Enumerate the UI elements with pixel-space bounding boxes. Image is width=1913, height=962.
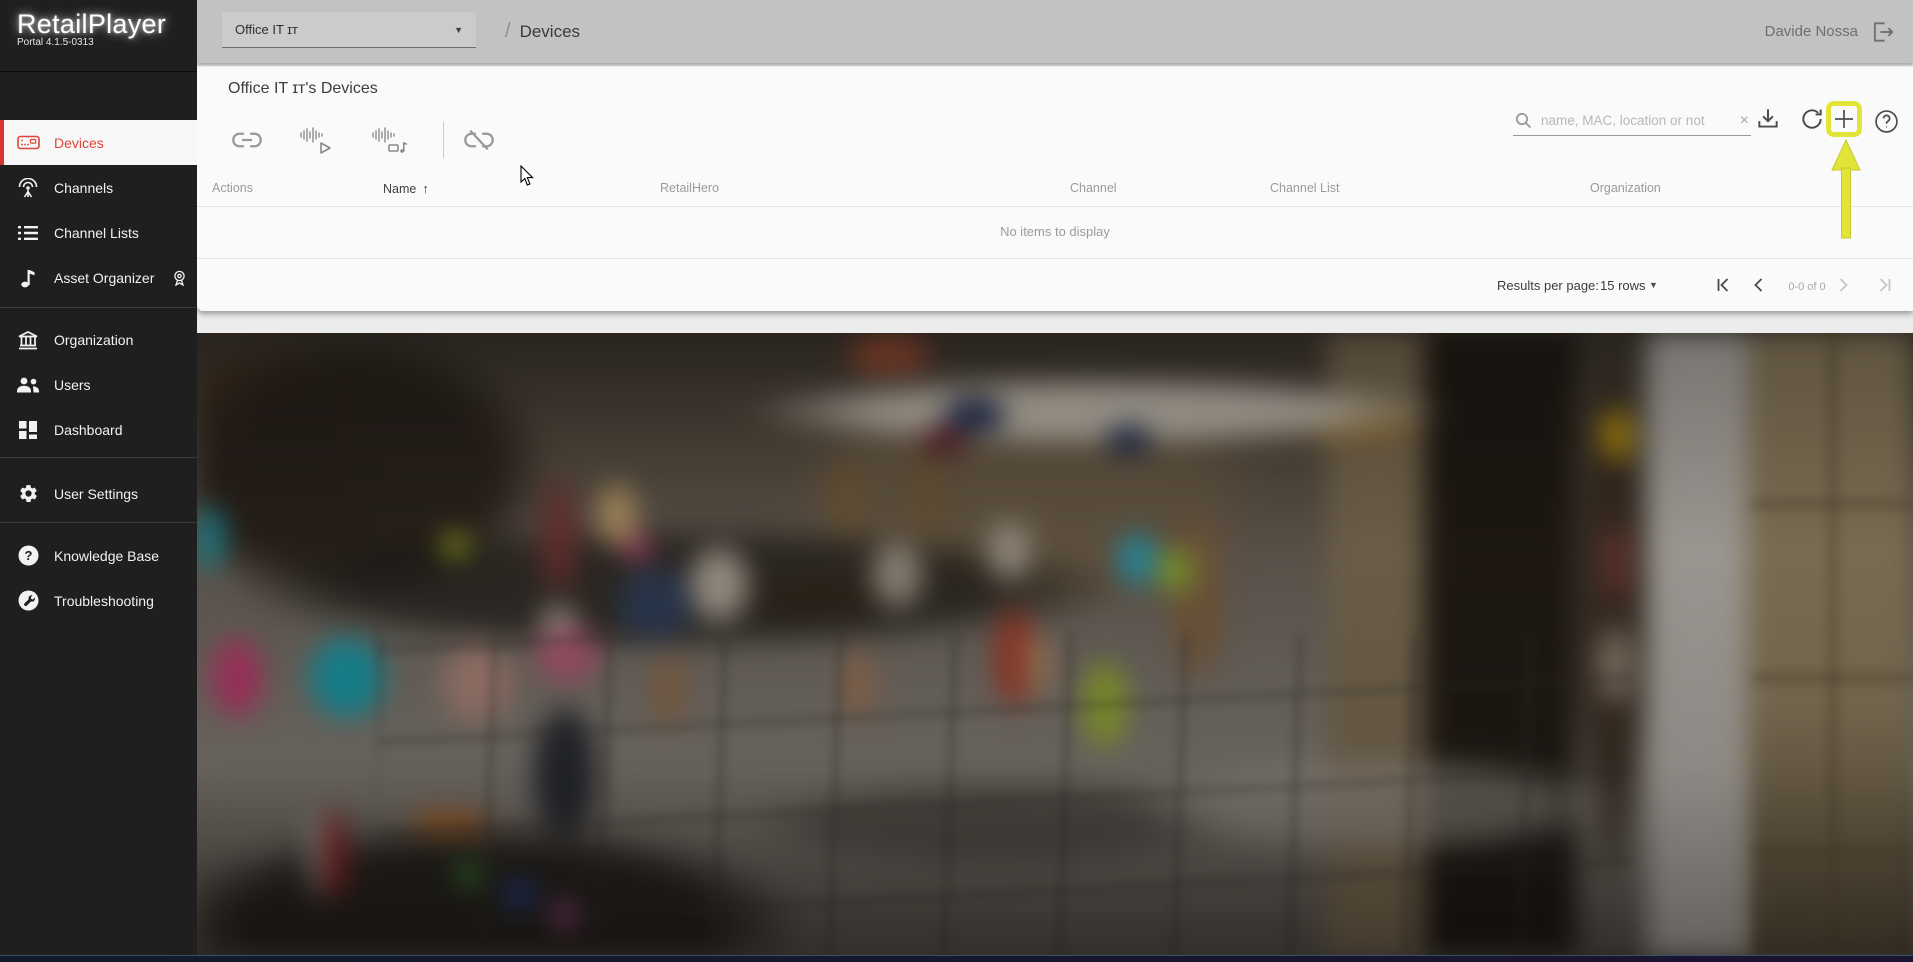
column-header-channel[interactable]: Channel [1070, 181, 1117, 195]
app-window: RetailPlayer Portal 4.1.5-0313 Devices C… [0, 0, 1913, 962]
search-icon [1515, 112, 1532, 129]
channel-lists-icon [15, 225, 41, 241]
column-header-retailhero[interactable]: RetailHero [660, 181, 719, 195]
sidebar-item-label: Users [54, 377, 91, 393]
sidebar-divider [0, 457, 197, 458]
premium-badge-icon [173, 270, 186, 286]
question-circle-icon: ? [15, 545, 41, 566]
devices-icon [15, 135, 41, 150]
music-note-icon [15, 268, 41, 288]
background-photo [197, 333, 1913, 956]
table-header-row: Actions Name↑ RetailHero Channel Channel… [197, 172, 1913, 207]
sidebar-item-label: Knowledge Base [54, 548, 159, 564]
assign-channel-button[interactable] [297, 120, 337, 160]
help-icon[interactable] [1871, 106, 1901, 136]
column-header-name[interactable]: Name↑ [383, 181, 429, 196]
chevron-down-icon: ▼ [454, 25, 463, 35]
organization-dropdown-value: Office IT ɪᴛ [235, 22, 298, 37]
sidebar-item-dashboard[interactable]: Dashboard [0, 407, 197, 452]
sidebar-item-label: Channel Lists [54, 225, 139, 241]
column-header-organization[interactable]: Organization [1590, 181, 1661, 195]
pagination-bar: Results per page: 15 rows ▼ 0-0 of 0 [197, 258, 1913, 312]
sidebar-item-label: User Settings [54, 486, 138, 502]
unlink-button[interactable] [459, 120, 499, 160]
search-field: × [1513, 106, 1751, 136]
bottom-edge-strip [0, 955, 1913, 962]
highlight-arrow [1821, 138, 1871, 240]
sidebar-item-channels[interactable]: Channels [0, 165, 197, 210]
sidebar-nav: Devices Channels Channel Lists Asset Org… [0, 120, 197, 623]
channels-icon [15, 178, 41, 198]
sidebar-item-label: Dashboard [54, 422, 123, 438]
assign-channel-list-button[interactable] [369, 120, 409, 160]
search-input[interactable] [1539, 112, 1733, 129]
sidebar-item-asset-organizer[interactable]: Asset Organizer [0, 255, 197, 300]
sidebar-item-troubleshooting[interactable]: Troubleshooting [0, 578, 197, 623]
wrench-circle-icon [15, 590, 41, 611]
sidebar-item-label: Channels [54, 180, 113, 196]
add-device-button[interactable] [1826, 101, 1862, 137]
column-header-actions: Actions [212, 181, 253, 195]
sidebar-item-users[interactable]: Users [0, 362, 197, 407]
sidebar-item-label: Troubleshooting [54, 593, 154, 609]
results-per-page-label: Results per page: [1497, 278, 1599, 293]
breadcrumb-separator: / [505, 20, 511, 43]
mouse-cursor [520, 165, 535, 187]
logout-icon[interactable] [1870, 19, 1896, 45]
toolbar-divider [443, 122, 444, 158]
sidebar-item-label: Asset Organizer [54, 270, 154, 286]
breadcrumb-current: Devices [520, 22, 580, 42]
previous-page-button[interactable] [1751, 277, 1769, 295]
brand-name: RetailPlayer [17, 9, 197, 40]
sidebar-item-label: Devices [54, 135, 104, 151]
breadcrumb: / Devices [505, 0, 580, 63]
download-button[interactable] [1753, 104, 1783, 134]
gear-icon [15, 483, 41, 504]
page-range-text: 0-0 of 0 [1783, 281, 1831, 293]
organization-dropdown[interactable]: Office IT ɪᴛ ▼ [222, 12, 476, 48]
clear-search-icon[interactable]: × [1740, 113, 1749, 129]
next-page-button[interactable] [1835, 277, 1853, 295]
sidebar: RetailPlayer Portal 4.1.5-0313 Devices C… [0, 0, 197, 962]
dashboard-icon [15, 421, 41, 439]
devices-panel: Office IT ɪᴛ's Devices × [197, 66, 1913, 311]
rows-per-page-select[interactable]: 15 rows [1600, 278, 1646, 293]
last-page-button[interactable] [1877, 277, 1895, 295]
column-header-channel-list[interactable]: Channel List [1270, 181, 1340, 195]
svg-text:?: ? [24, 548, 32, 563]
sidebar-item-knowledge-base[interactable]: ? Knowledge Base [0, 533, 197, 578]
chevron-down-icon[interactable]: ▼ [1649, 280, 1658, 290]
sidebar-item-user-settings[interactable]: User Settings [0, 471, 197, 516]
topbar: Office IT ɪᴛ ▼ / Devices Davide Nossa [197, 0, 1913, 63]
empty-state-text: No items to display [197, 224, 1913, 239]
sidebar-divider [0, 522, 197, 523]
sidebar-item-devices[interactable]: Devices [0, 120, 197, 165]
plus-icon [1832, 107, 1856, 131]
sidebar-item-channel-lists[interactable]: Channel Lists [0, 210, 197, 255]
username: Davide Nossa [1765, 0, 1858, 63]
page-title: Office IT ɪᴛ's Devices [228, 80, 378, 98]
refresh-button[interactable] [1797, 104, 1827, 134]
photo-dim-overlay [197, 333, 1913, 956]
first-page-button[interactable] [1715, 277, 1733, 295]
users-icon [15, 377, 41, 393]
sidebar-item-label: Organization [54, 332, 133, 348]
sidebar-item-organization[interactable]: Organization [0, 317, 197, 362]
organization-icon [15, 330, 41, 350]
app-logo: RetailPlayer Portal 4.1.5-0313 [0, 0, 197, 72]
assign-link-button[interactable] [227, 120, 267, 160]
sort-ascending-icon: ↑ [422, 181, 429, 196]
sidebar-divider [0, 307, 197, 308]
